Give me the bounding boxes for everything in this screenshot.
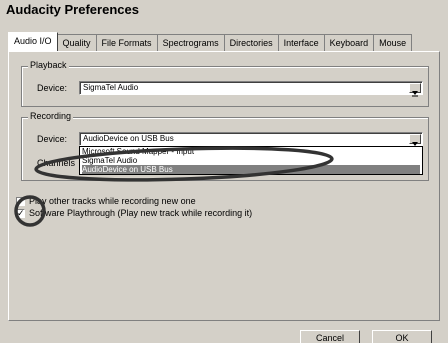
recording-device-select[interactable]: AudioDevice on USB Bus xyxy=(79,132,423,148)
recording-group: Recording Device: AudioDevice on USB Bus… xyxy=(21,111,429,181)
tab-keyboard[interactable]: Keyboard xyxy=(323,34,375,51)
playback-device-dropdown-button[interactable] xyxy=(409,83,421,97)
chevron-down-icon xyxy=(412,91,418,97)
checkmark-icon: ✓ xyxy=(17,208,25,218)
tab-quality[interactable]: Quality xyxy=(56,34,97,51)
dropdown-option-selected[interactable]: AudioDevice on USB Bus xyxy=(82,165,420,174)
playback-device-value: SigmaTel Audio xyxy=(83,83,139,92)
playback-device-select[interactable]: SigmaTel Audio xyxy=(79,81,423,97)
title-bar: Audacity Preferences xyxy=(0,0,448,20)
playback-group-label: Playback xyxy=(28,60,69,70)
tab-strip: Audio I/O Quality File Formats Spectrogr… xyxy=(8,32,413,52)
dropdown-option[interactable]: Microsoft Sound Mapper - Input xyxy=(82,147,420,156)
tab-file-formats[interactable]: File Formats xyxy=(95,34,158,51)
channels-label: Channels xyxy=(37,158,76,168)
tab-interface[interactable]: Interface xyxy=(277,34,325,51)
dropdown-option[interactable]: SigmaTel Audio xyxy=(82,156,420,165)
recording-group-label: Recording xyxy=(28,111,74,121)
tab-spectrograms[interactable]: Spectrograms xyxy=(156,34,225,51)
tab-mouse[interactable]: Mouse xyxy=(373,34,413,51)
playback-device-label: Device: xyxy=(37,83,68,93)
recording-device-value: AudioDevice on USB Bus xyxy=(83,134,174,143)
playback-group: Playback Device: SigmaTel Audio xyxy=(21,60,429,107)
recording-device-dropdown-button[interactable] xyxy=(409,134,421,148)
recording-device-label: Device: xyxy=(37,134,68,144)
tab-panel: Playback Device: SigmaTel Audio Recordin… xyxy=(8,51,440,343)
tab-audio-io[interactable]: Audio I/O xyxy=(8,32,58,51)
software-playthrough-checkbox[interactable]: ✓ xyxy=(16,208,25,218)
ok-button[interactable]: OK xyxy=(372,330,432,343)
tab-directories[interactable]: Directories xyxy=(223,34,279,51)
cancel-button[interactable]: Cancel xyxy=(300,330,360,343)
software-playthrough-label: Software Playthrough (Play new track whi… xyxy=(29,208,253,218)
preferences-window: Audacity Preferences Audio I/O Quality F… xyxy=(0,0,448,343)
play-other-tracks-checkbox[interactable] xyxy=(16,197,25,206)
recording-device-dropdown-list: Microsoft Sound Mapper - Input SigmaTel … xyxy=(79,146,423,175)
play-other-tracks-label: Play other tracks while recording new on… xyxy=(29,196,196,206)
